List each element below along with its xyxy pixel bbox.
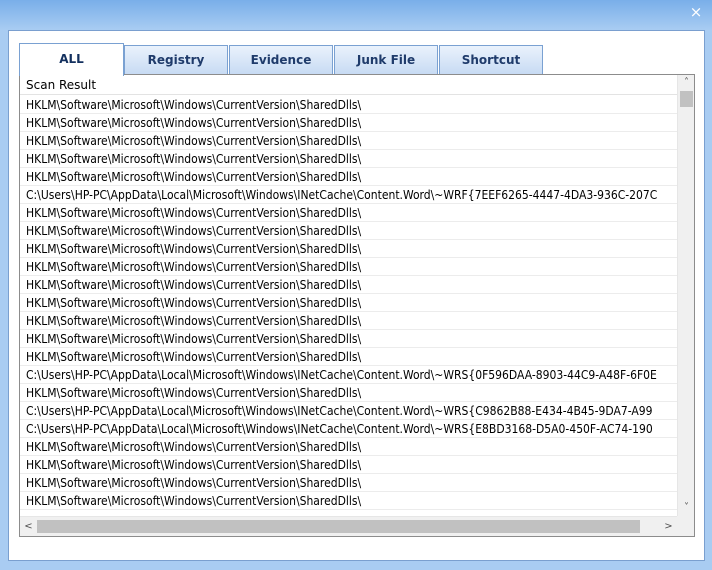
list-item[interactable]: HKLM\Software\Microsoft\Windows\CurrentV… — [20, 348, 677, 366]
tab-registry[interactable]: Registry — [124, 45, 228, 75]
scroll-up-button[interactable]: ˄ — [678, 75, 694, 91]
tab-all[interactable]: ALL — [19, 43, 124, 76]
chevron-up-icon: ˄ — [684, 77, 689, 88]
list-item[interactable]: C:\Users\HP-PC\AppData\Local\Microsoft\W… — [20, 402, 677, 420]
list-item[interactable]: HKLM\Software\Microsoft\Windows\CurrentV… — [20, 456, 677, 474]
title-bar: × — [0, 0, 712, 26]
list-item[interactable]: HKLM\Software\Microsoft\Windows\CurrentV… — [20, 222, 677, 240]
list-item[interactable]: HKLM\Software\Microsoft\Windows\CurrentV… — [20, 492, 677, 510]
list-item[interactable]: HKLM\Software\Microsoft\Windows\CurrentV… — [20, 132, 677, 150]
scan-result-rows: HKLM\Software\Microsoft\Windows\CurrentV… — [20, 96, 677, 516]
close-icon: × — [689, 3, 703, 21]
main-panel: ALL Registry Evidence Junk File Shortcut… — [8, 30, 705, 561]
list-item[interactable]: HKLM\Software\Microsoft\Windows\CurrentV… — [20, 438, 677, 456]
chevron-down-icon: ˅ — [684, 502, 689, 513]
chevron-left-icon: < — [24, 521, 33, 532]
scrollbar-corner — [677, 516, 694, 536]
list-item[interactable]: HKLM\Software\Microsoft\Windows\CurrentV… — [20, 384, 677, 402]
list-item[interactable]: C:\Users\HP-PC\AppData\Local\Microsoft\W… — [20, 420, 677, 438]
list-item[interactable]: HKLM\Software\Microsoft\Windows\CurrentV… — [20, 114, 677, 132]
scroll-left-button[interactable]: < — [20, 519, 37, 535]
list-item[interactable]: C:\Users\HP-PC\AppData\Local\Microsoft\W… — [20, 366, 677, 384]
scan-result-list[interactable]: Scan Result HKLM\Software\Microsoft\Wind… — [19, 74, 695, 537]
scroll-right-button[interactable]: > — [660, 519, 677, 535]
list-item[interactable]: HKLM\Software\Microsoft\Windows\CurrentV… — [20, 168, 677, 186]
horizontal-scroll-thumb[interactable] — [37, 520, 640, 533]
horizontal-scrollbar[interactable]: < > — [20, 516, 677, 536]
list-item[interactable]: HKLM\Software\Microsoft\Windows\CurrentV… — [20, 204, 677, 222]
scroll-down-button[interactable]: ˅ — [678, 500, 694, 516]
vertical-scroll-thumb[interactable] — [680, 91, 693, 107]
list-item[interactable]: HKLM\Software\Microsoft\Windows\CurrentV… — [20, 474, 677, 492]
vertical-scrollbar[interactable]: ˄ ˅ — [677, 75, 694, 516]
list-item[interactable]: HKLM\Software\Microsoft\Windows\CurrentV… — [20, 276, 677, 294]
list-item[interactable]: HKLM\Software\Microsoft\Windows\CurrentV… — [20, 240, 677, 258]
tab-junk-file[interactable]: Junk File — [334, 45, 438, 75]
list-item[interactable]: HKLM\Software\Microsoft\Windows\CurrentV… — [20, 294, 677, 312]
chevron-right-icon: > — [664, 521, 673, 532]
list-item[interactable]: HKLM\Software\Microsoft\Windows\CurrentV… — [20, 312, 677, 330]
list-item[interactable]: HKLM\Software\Microsoft\Windows\CurrentV… — [20, 150, 677, 168]
list-item[interactable]: C:\Users\HP-PC\AppData\Local\Microsoft\W… — [20, 186, 677, 204]
close-button[interactable]: × — [684, 3, 708, 21]
list-item[interactable]: HKLM\Software\Microsoft\Windows\CurrentV… — [20, 96, 677, 114]
app-window: × ALL Registry Evidence Junk File Shortc… — [0, 0, 712, 570]
tab-shortcut[interactable]: Shortcut — [439, 45, 543, 75]
list-item[interactable]: HKLM\Software\Microsoft\Windows\CurrentV… — [20, 258, 677, 276]
column-header-scan-result[interactable]: Scan Result — [20, 75, 677, 95]
tab-evidence[interactable]: Evidence — [229, 45, 333, 75]
list-item[interactable]: HKLM\Software\Microsoft\Windows\CurrentV… — [20, 330, 677, 348]
